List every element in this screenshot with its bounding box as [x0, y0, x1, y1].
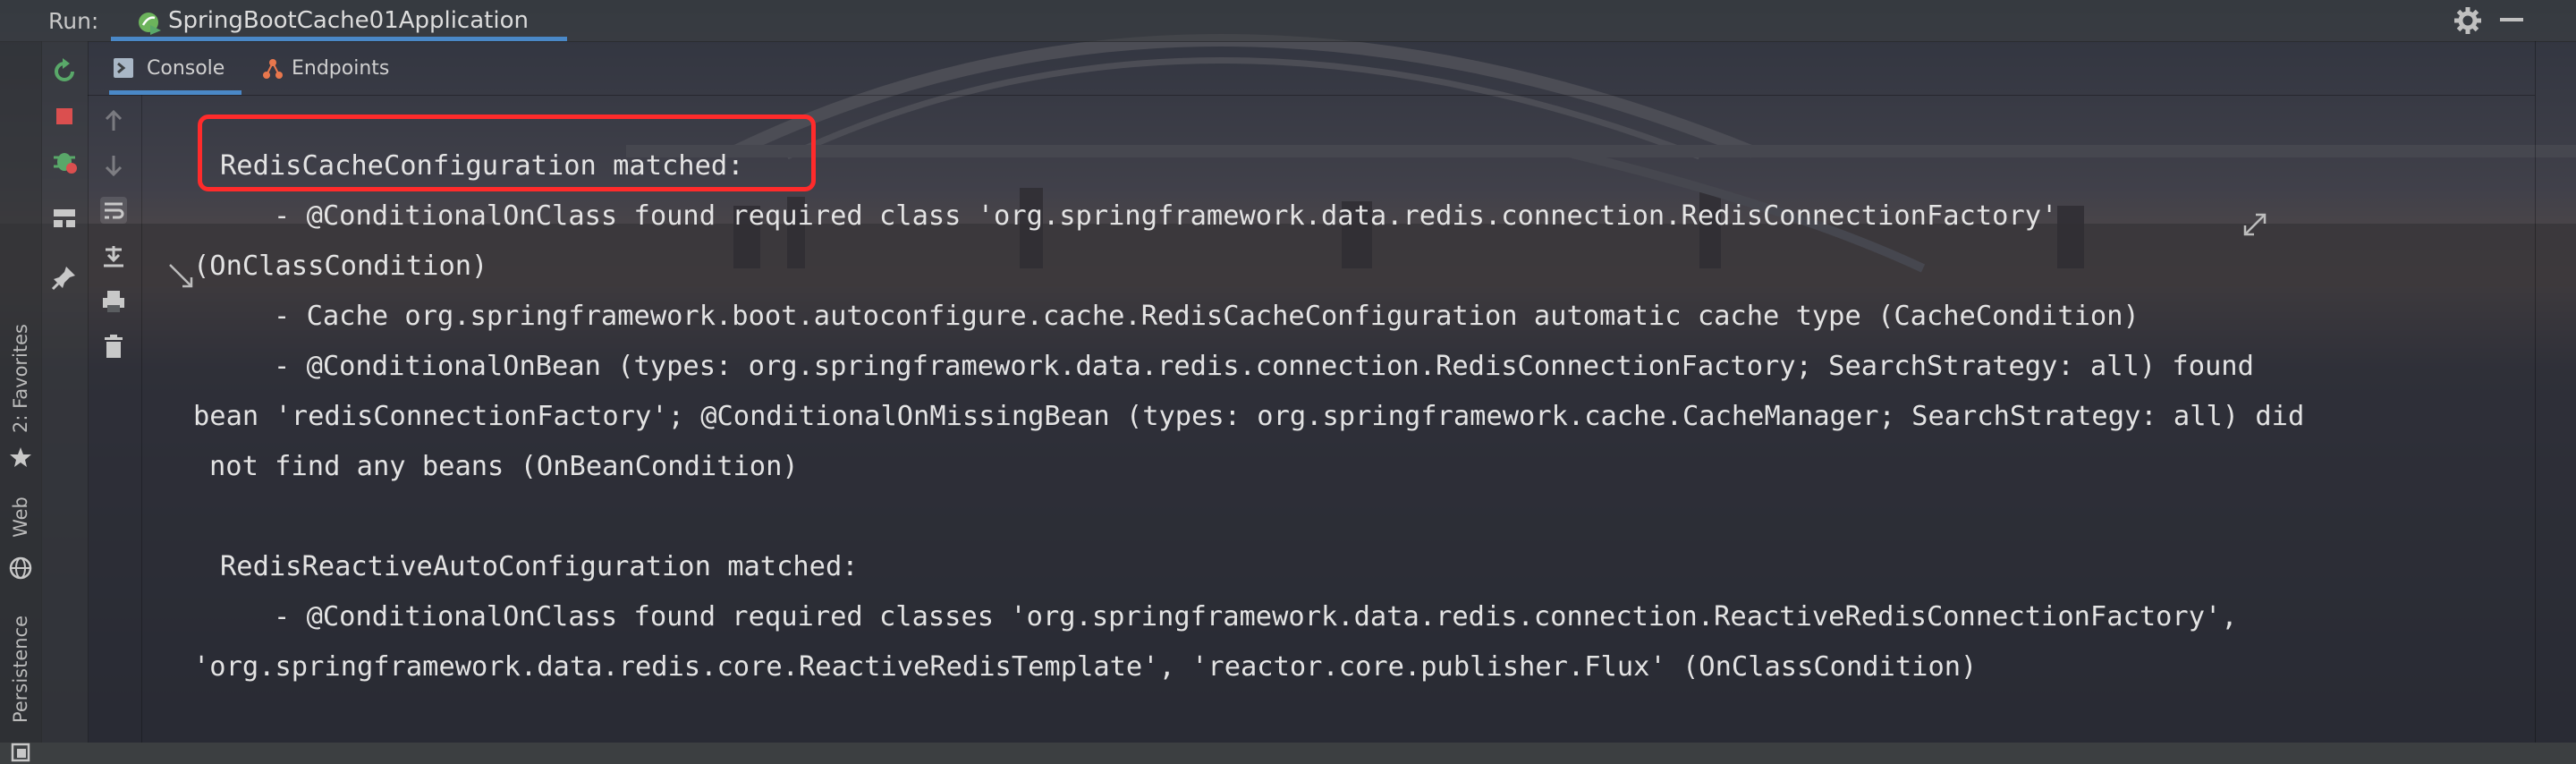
tab-endpoints-label: Endpoints	[292, 57, 390, 80]
tab-endpoints[interactable]: Endpoints	[259, 41, 411, 95]
down-arrow-icon[interactable]	[100, 152, 127, 179]
console-line: (OnClassCondition)	[193, 250, 488, 282]
favorites-tool-tab[interactable]: 2: Favorites	[0, 283, 41, 480]
console-line: bean 'redisConnectionFactory'; @Conditio…	[193, 401, 2305, 432]
rerun-icon[interactable]	[50, 57, 79, 86]
pin-icon[interactable]	[50, 263, 79, 292]
run-toolbar	[41, 41, 89, 743]
persistence-tab-label: Persistence	[10, 615, 31, 724]
web-tab-label: Web	[10, 497, 31, 538]
console-icon	[114, 58, 133, 78]
soft-wrap-icon[interactable]	[100, 197, 127, 224]
wrap-continue-icon	[2243, 213, 2267, 236]
console-subtabs: Console Endpoints	[88, 41, 2535, 96]
endpoints-icon	[263, 59, 283, 79]
console-line: RedisReactiveAutoConfiguration matched:	[220, 551, 859, 582]
favorites-tab-label: 2: Favorites	[10, 324, 31, 433]
console-line: not find any beans (OnBeanCondition)	[209, 451, 799, 482]
persistence-tool-tab[interactable]: Persistence	[0, 569, 41, 762]
wrap-return-icon	[169, 264, 193, 288]
tab-console-label: Console	[147, 57, 225, 80]
web-tool-tab[interactable]: Web	[0, 453, 41, 587]
debug-restart-icon[interactable]	[50, 147, 79, 175]
run-configuration-tab[interactable]: SpringBootCache01Application	[111, 0, 567, 41]
console-line: - @ConditionalOnClass found required cla…	[274, 200, 2058, 232]
gear-icon[interactable]	[2453, 5, 2483, 36]
console-line: - @ConditionalOnClass found required cla…	[274, 601, 2238, 632]
up-arrow-icon[interactable]	[100, 107, 127, 134]
tab-console[interactable]: Console	[109, 41, 242, 95]
console-line: - @ConditionalOnBean (types: org.springf…	[274, 351, 2254, 382]
right-tool-stripe	[2535, 41, 2576, 743]
run-label: Run:	[48, 8, 99, 34]
run-configuration-name: SpringBootCache01Application	[168, 7, 529, 34]
scroll-to-end-icon[interactable]	[100, 243, 127, 270]
clear-all-icon[interactable]	[100, 333, 127, 360]
stop-icon[interactable]	[50, 102, 79, 131]
left-tool-window-stripe: 2: Favorites Web Persistence	[0, 41, 42, 762]
console-output[interactable]: RedisCacheConfiguration matched: - @Cond…	[141, 95, 2535, 743]
print-icon[interactable]	[100, 288, 127, 315]
layout-icon[interactable]	[50, 204, 79, 233]
highlight-annotation-box	[198, 115, 816, 191]
spring-boot-run-icon	[139, 13, 161, 35]
console-line: - Cache org.springframework.boot.autocon…	[274, 301, 2140, 332]
run-tool-window-header: Run: SpringBootCache01Application	[0, 0, 2576, 42]
minimize-icon[interactable]	[2500, 18, 2523, 21]
database-icon	[11, 743, 30, 762]
console-gutter-toolbar	[88, 95, 142, 743]
console-line: 'org.springframework.data.redis.core.Rea…	[193, 651, 1978, 683]
